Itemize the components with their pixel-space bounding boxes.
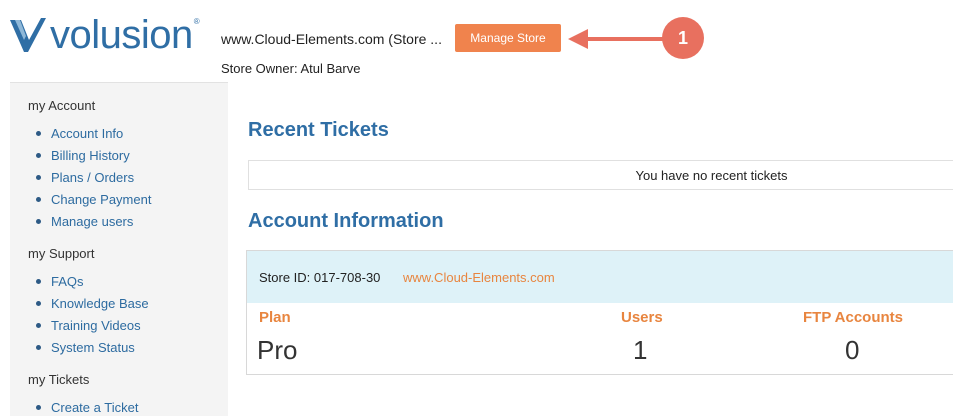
bullet-icon [36, 174, 41, 180]
sidebar: my Account Account Info Billing History … [10, 82, 228, 416]
ftp-accounts-column-header: FTP Accounts [803, 309, 904, 326]
plan-column-header: Plan [259, 309, 291, 326]
bullet-icon [36, 130, 41, 136]
sidebar-list-my-account: Account Info Billing History Plans / Ord… [36, 122, 151, 232]
sidebar-item-training-videos[interactable]: Training Videos [36, 314, 149, 336]
sidebar-link[interactable]: Plans / Orders [51, 170, 134, 185]
sidebar-link[interactable]: Manage users [51, 214, 133, 229]
bullet-icon [36, 152, 41, 158]
recent-tickets-panel: You have no recent tickets [248, 160, 953, 190]
sidebar-link[interactable]: Create a Ticket [51, 400, 138, 415]
sidebar-section-my-support: my Support [28, 246, 95, 261]
sidebar-list-my-support: FAQs Knowledge Base Training Videos Syst… [36, 270, 149, 358]
ftp-accounts-value: 0 [845, 335, 860, 365]
main-content: Recent Tickets You have no recent ticket… [228, 82, 953, 415]
sidebar-item-plans-orders[interactable]: Plans / Orders [36, 166, 151, 188]
bullet-icon [36, 218, 41, 224]
bullet-icon [36, 196, 41, 202]
users-value: 1 [633, 335, 648, 365]
sidebar-item-faqs[interactable]: FAQs [36, 270, 149, 292]
sidebar-link[interactable]: Change Payment [51, 192, 151, 207]
sidebar-item-manage-users[interactable]: Manage users [36, 210, 151, 232]
logo-registered-mark: ® [193, 16, 200, 26]
store-domain-link[interactable]: www.Cloud-Elements.com [403, 270, 555, 285]
volusion-v-icon [10, 18, 46, 52]
sidebar-link[interactable]: Knowledge Base [51, 296, 149, 311]
sidebar-item-billing-history[interactable]: Billing History [36, 144, 151, 166]
sidebar-section-my-tickets: my Tickets [28, 372, 90, 387]
sidebar-item-change-payment[interactable]: Change Payment [36, 188, 151, 210]
sidebar-item-account-info[interactable]: Account Info [36, 122, 151, 144]
sidebar-item-system-status[interactable]: System Status [36, 336, 149, 358]
sidebar-section-my-account: my Account [28, 98, 96, 113]
sidebar-link[interactable]: Training Videos [51, 318, 141, 333]
store-id-label: Store ID: 017-708-30 [259, 270, 381, 285]
recent-tickets-heading: Recent Tickets [248, 119, 389, 141]
sidebar-link[interactable]: System Status [51, 340, 135, 355]
store-url-label: www.Cloud-Elements.com (Store ... [221, 31, 442, 47]
sidebar-item-knowledge-base[interactable]: Knowledge Base [36, 292, 149, 314]
volusion-logo[interactable]: volusion ® [8, 12, 200, 58]
manage-store-button[interactable]: Manage Store [455, 24, 561, 52]
account-information-heading: Account Information [248, 210, 444, 232]
store-info-band: Store ID: 017-708-30 www.Cloud-Elements.… [247, 251, 953, 303]
logo-text: volusion [50, 13, 193, 57]
sidebar-link[interactable]: FAQs [51, 274, 84, 289]
plan-value: Pro [257, 335, 298, 365]
sidebar-link[interactable]: Account Info [51, 126, 123, 141]
store-owner-label: Store Owner: Atul Barve [221, 61, 361, 76]
users-column-header: Users [621, 309, 663, 326]
bullet-icon [36, 322, 41, 328]
account-information-panel: Store ID: 017-708-30 www.Cloud-Elements.… [246, 250, 953, 375]
bullet-icon [36, 404, 41, 410]
top-header: volusion ® www.Cloud-Elements.com (Store… [0, 0, 953, 82]
pointer-arrow-icon [568, 29, 664, 49]
no-tickets-message: You have no recent tickets [635, 168, 788, 183]
bullet-icon [36, 344, 41, 350]
bullet-icon [36, 300, 41, 306]
step-badge: 1 [662, 17, 704, 59]
bullet-icon [36, 278, 41, 284]
sidebar-link[interactable]: Billing History [51, 148, 130, 163]
